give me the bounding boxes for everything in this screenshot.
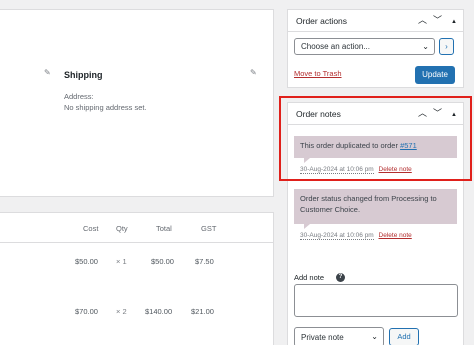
row-qty: × 1 — [116, 257, 127, 266]
update-button[interactable]: Update — [415, 66, 455, 84]
note-meta: 30-Aug-2024 at 10:06 pm Delete note — [300, 232, 412, 240]
shipping-address-label: Address: — [64, 92, 94, 101]
move-down-icon[interactable]: ﹀ — [433, 15, 442, 25]
items-table-header: Cost Qty Total GST — [0, 213, 273, 243]
edit-shipping-pencil-icon[interactable]: ✎ — [250, 68, 257, 77]
row-qty: × 2 — [116, 307, 127, 316]
column-cost: Cost — [83, 224, 99, 233]
add-note-textarea[interactable] — [294, 284, 458, 317]
shipping-address-value: No shipping address set. — [64, 103, 147, 112]
move-to-trash-link[interactable]: Move to Trash — [294, 69, 342, 78]
row-cost: $70.00 — [75, 307, 98, 316]
row-gst: $7.50 — [195, 257, 214, 266]
order-action-select-value: Choose an action... — [301, 42, 370, 51]
edit-billing-pencil-icon[interactable]: ✎ — [44, 68, 51, 77]
order-action-select[interactable]: Choose an action... ⌄ — [294, 38, 435, 55]
row-cost: $50.00 — [75, 257, 98, 266]
column-gst: GST — [201, 224, 217, 233]
shipping-heading: Shipping — [64, 70, 103, 80]
chevron-down-icon: ⌄ — [422, 42, 429, 51]
address-panel: ✎ ✎ Shipping Address: No shipping addres… — [0, 9, 274, 197]
row-total: $140.00 — [145, 307, 173, 316]
add-note-label: Add note — [294, 273, 325, 282]
note-type-value: Private note — [301, 333, 344, 342]
order-actions-title: Order actions — [296, 16, 348, 26]
add-note-button[interactable]: Add — [389, 328, 419, 345]
order-actions-header: Order actions ︿ ﹀ ▲ — [288, 10, 463, 32]
order-actions-box: Order actions ︿ ﹀ ▲ Choose an action... … — [287, 9, 464, 88]
order-note-item: Order status changed from Processing to … — [294, 189, 457, 224]
note-date: 30-Aug-2024 at 10:06 pm — [300, 232, 374, 240]
delete-note-link[interactable]: Delete note — [379, 232, 412, 239]
row-gst: $21.00 — [191, 307, 214, 316]
column-total: Total — [156, 224, 172, 233]
collapse-toggle-icon[interactable]: ▲ — [451, 17, 457, 27]
note-type-select[interactable]: Private note ⌄ — [294, 327, 384, 345]
move-up-icon[interactable]: ︿ — [418, 15, 427, 25]
highlight-box — [279, 96, 472, 181]
column-qty: Qty — [116, 224, 128, 233]
note-text: Order status changed from Processing to … — [300, 194, 437, 214]
chevron-down-icon: ⌄ — [371, 332, 378, 341]
note-tail — [304, 224, 310, 229]
help-icon[interactable]: ? — [336, 273, 345, 282]
order-items-panel: Cost Qty Total GST $50.00 × 1 $50.00 $7.… — [0, 212, 274, 345]
row-total: $50.00 — [151, 257, 174, 266]
apply-action-button[interactable]: › — [439, 38, 454, 55]
